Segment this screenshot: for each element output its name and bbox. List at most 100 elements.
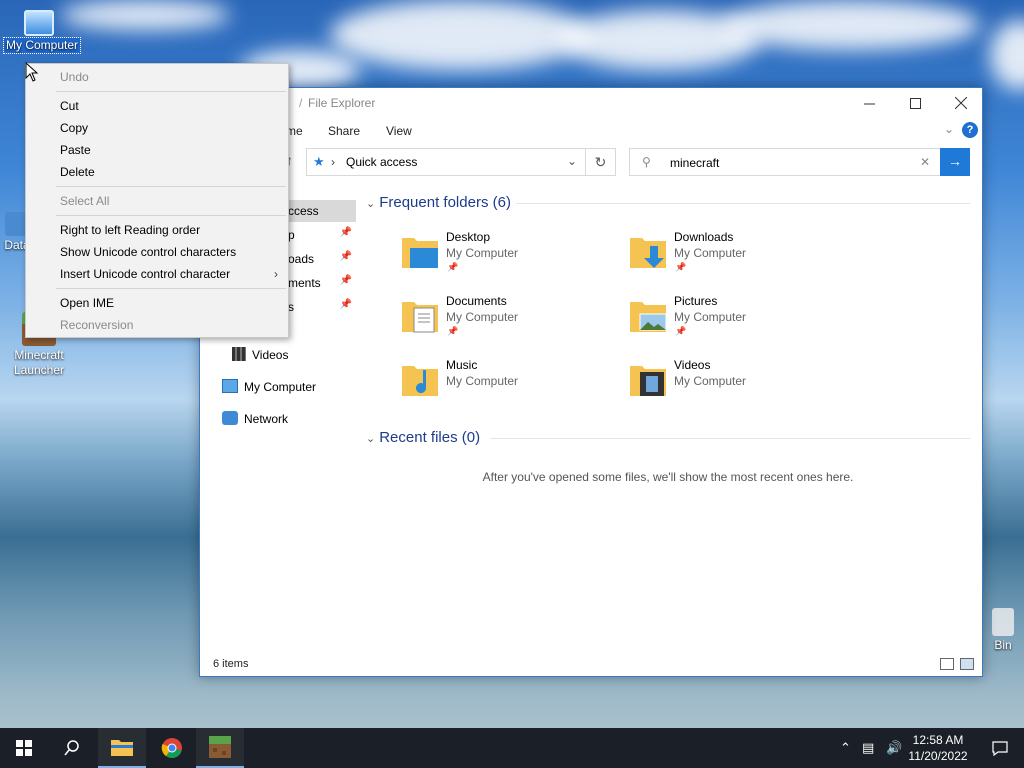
clock[interactable]: 12:58 AM 11/20/2022 [906,732,970,764]
nav-item-my-computer[interactable]: My Computer [200,376,356,398]
menu-item-delete[interactable]: Delete [26,161,288,183]
breadcrumb-quick-access[interactable]: Quick access [346,155,417,169]
notification-icon [992,741,1008,756]
expand-ribbon-icon[interactable]: ⌄ [944,122,954,136]
help-icon[interactable]: ? [962,122,978,138]
tab-view[interactable]: View [386,124,412,138]
folder-name: Downloads [674,230,734,244]
windows-logo-icon [16,740,32,756]
computer-icon [24,10,54,36]
documents-folder-icon [402,302,438,333]
mouse-cursor-icon [25,62,39,82]
folder-name: Music [446,358,478,372]
chevron-up-icon[interactable]: ⌃ [840,740,851,756]
desktop-icon-label: Minecraft Launcher [13,348,65,377]
title-prefix: / [299,96,303,110]
nav-item-label: ccess [288,204,319,218]
pictures-folder-icon [630,302,667,332]
menu-item-open-ime[interactable]: Open IME [26,292,288,314]
folder-music[interactable]: Music My Computer [400,356,620,412]
recycle-bin-icon [992,608,1014,636]
search-taskbar-button[interactable] [48,728,96,768]
chevron-down-icon: ⌄ [366,198,376,210]
menu-item-rtl-reading-order[interactable]: Right to left Reading order [26,219,288,241]
window-title: File Explorer [308,96,376,110]
frequent-folders-header[interactable]: ⌄ Frequent folders (6) [366,194,511,211]
folder-name: Videos [674,358,711,372]
folder-documents[interactable]: Documents My Computer 📌 [400,292,620,348]
menu-item-label: Insert Unicode control character [60,267,231,281]
menu-item-paste[interactable]: Paste [26,139,288,161]
menu-item-copy[interactable]: Copy [26,117,288,139]
nav-item-label: My Computer [244,380,317,394]
menu-item-reconversion[interactable]: Reconversion [26,314,288,336]
clock-time: 12:58 AM [912,733,964,747]
folder-location: My Computer [674,374,747,388]
nav-item-label: ments [288,276,321,290]
file-explorer-window: / File Explorer me Share View ⌄ ? ↑ ★ › … [199,87,983,677]
folder-location: My Computer [674,246,747,260]
address-bar[interactable]: ★ › Quick access ⌄ [306,148,586,176]
maximize-icon [909,97,921,109]
network-icon[interactable]: ▤ [862,740,874,756]
nav-item-label: p [288,228,295,242]
details-view-icon[interactable] [940,658,954,670]
search-icon: ⚲ [642,155,651,169]
close-button[interactable] [938,88,984,118]
pin-icon: 📌 [339,227,352,238]
nav-item-videos[interactable]: Videos [200,344,356,366]
downloads-folder-icon [630,238,666,268]
tab-share[interactable]: Share [328,124,360,138]
status-bar: 6 items [200,654,982,676]
desktop-icon-label: My Computer [3,37,81,54]
nav-item-label: oads [288,252,315,266]
refresh-button[interactable]: ↻ [586,148,616,176]
folder-name: Desktop [446,230,491,244]
breadcrumb-chevron-icon[interactable]: › [331,155,335,169]
folder-downloads[interactable]: Downloads My Computer 📌 [628,228,848,284]
desktop-icon-my-computer[interactable]: My Computer [3,10,81,54]
pin-icon: 📌 [339,275,352,286]
pin-icon: 📌 [675,262,687,272]
minimize-button[interactable] [846,88,892,118]
submenu-arrow-icon: › [274,267,278,281]
clear-search-icon[interactable]: ✕ [920,155,930,169]
arrow-right-icon: → [948,153,962,169]
file-explorer-taskbar-button[interactable] [98,728,146,768]
start-button[interactable] [0,728,48,768]
chevron-down-icon: ⌄ [366,433,376,445]
pin-icon: 📌 [675,326,687,336]
taskbar: ⌃ ▤ 🔊 12:58 AM 11/20/2022 [0,728,1024,768]
action-center-button[interactable] [976,728,1024,768]
file-explorer-icon [111,740,133,756]
minecraft-icon [209,736,231,758]
menu-item-cut[interactable]: Cut [26,95,288,117]
quick-access-star-icon: ★ [313,154,325,169]
folder-pictures[interactable]: Pictures My Computer 📌 [628,292,848,348]
menu-item-select-all[interactable]: Select All [26,190,288,212]
menu-separator [56,215,286,216]
title-bar[interactable]: / File Explorer [200,88,982,118]
recent-files-header[interactable]: ⌄ Recent files (0) [366,429,480,446]
search-input[interactable]: minecraft [670,156,719,170]
folder-videos[interactable]: Videos My Computer [628,356,848,412]
folder-desktop[interactable]: Desktop My Computer 📌 [400,228,620,284]
maximize-button[interactable] [892,88,938,118]
search-box[interactable]: ⚲ minecraft ✕ [629,148,941,176]
address-dropdown-icon[interactable]: ⌄ [567,154,577,168]
minimize-icon [863,103,875,104]
large-icons-view-icon[interactable] [960,658,974,670]
minecraft-taskbar-button[interactable] [196,728,244,768]
menu-item-undo[interactable]: Undo [26,66,288,88]
clock-date: 11/20/2022 [908,749,968,763]
volume-icon[interactable]: 🔊 [886,740,902,756]
recent-files-label: Recent files (0) [379,429,481,446]
chrome-taskbar-button[interactable] [148,728,196,768]
menu-separator [56,186,286,187]
desktop-folder-icon [402,238,438,268]
ribbon: me Share View ⌄ ? [200,118,982,142]
search-go-button[interactable]: → [940,148,970,176]
menu-item-show-unicode-control[interactable]: Show Unicode control characters [26,241,288,263]
menu-item-insert-unicode-control[interactable]: Insert Unicode control character › [26,263,288,285]
nav-item-network[interactable]: Network [200,408,356,430]
